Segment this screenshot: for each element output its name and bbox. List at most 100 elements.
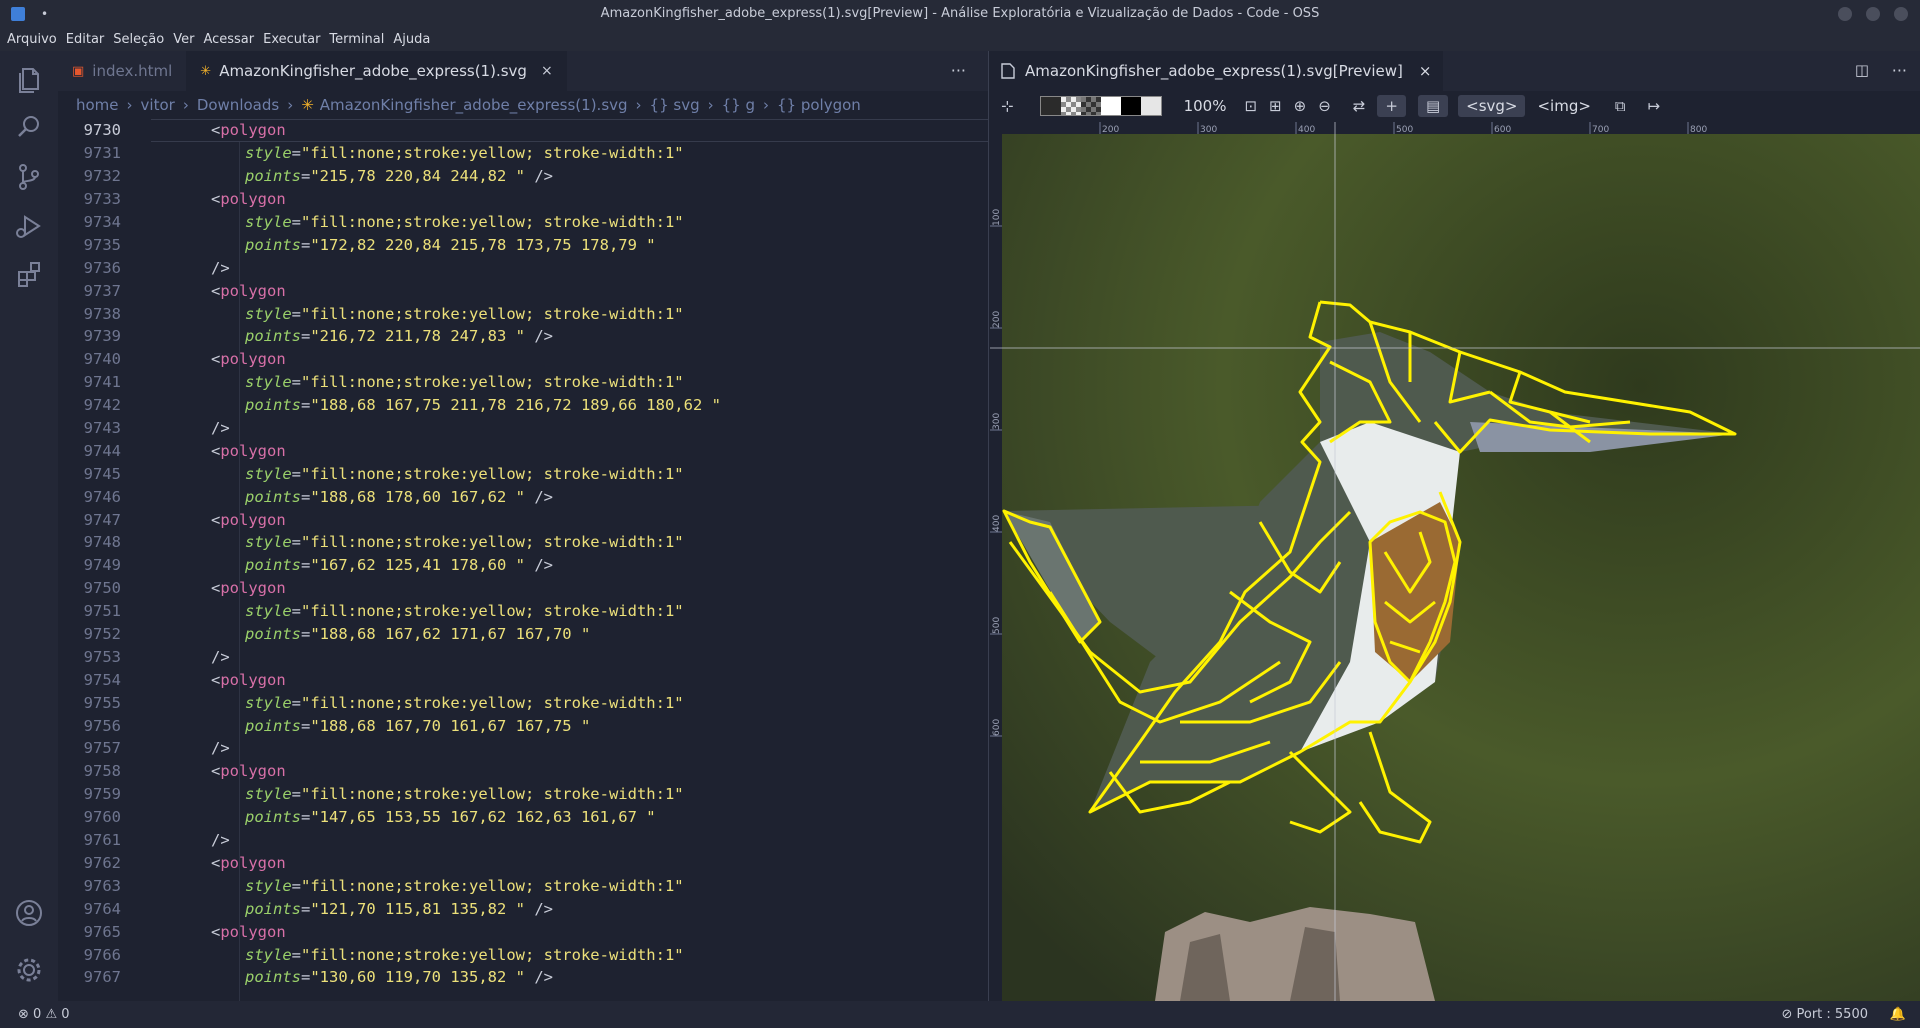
zoom-in-icon[interactable]: ⊕ bbox=[1294, 97, 1307, 115]
code-line[interactable]: 9755 style="fill:none;stroke:yellow; stro… bbox=[58, 691, 988, 714]
source-control-icon[interactable] bbox=[14, 162, 44, 192]
code-line[interactable]: 9740 <polygon bbox=[58, 348, 988, 371]
breadcrumb-vitor[interactable]: vitor bbox=[141, 96, 175, 114]
code-line[interactable]: 9750 <polygon bbox=[58, 577, 988, 600]
files-icon[interactable] bbox=[14, 64, 44, 94]
maximize-button[interactable] bbox=[1866, 7, 1880, 21]
menu-ajuda[interactable]: Ajuda bbox=[393, 32, 430, 47]
img-mode-toggle[interactable]: <img> bbox=[1529, 95, 1598, 117]
crosshair-toggle-icon[interactable]: + bbox=[1377, 95, 1406, 117]
menu-editar[interactable]: Editar bbox=[66, 32, 105, 47]
preview-toolbar: ⊹ 100% ⊡ ⊞ ⊕ ⊖ ⇄ + ▤ <svg> <img> ⧉ ↦ bbox=[989, 91, 1920, 121]
problems-indicator[interactable]: ⊗ 0 ⚠ 0 bbox=[18, 1007, 70, 1022]
code-line[interactable]: 9738 style="fill:none;stroke:yellow; stro… bbox=[58, 302, 988, 325]
code-line[interactable]: 9743 /> bbox=[58, 417, 988, 440]
account-icon[interactable] bbox=[14, 898, 44, 928]
breadcrumb-home[interactable]: home bbox=[76, 96, 119, 114]
code-lines[interactable]: 9730 <polygon 9731 style="fill:none;stroke:… bbox=[58, 119, 988, 1001]
code-line[interactable]: 9745 style="fill:none;stroke:yellow; stro… bbox=[58, 462, 988, 485]
close-window-button[interactable] bbox=[1894, 7, 1908, 21]
code-line[interactable]: 9732 points="215,78 220,84 244,82 " /> bbox=[58, 165, 988, 188]
code-line[interactable]: 9748 style="fill:none;stroke:yellow; stro… bbox=[58, 531, 988, 554]
zoom-out-icon[interactable]: ⊖ bbox=[1318, 97, 1331, 115]
code-line[interactable]: 9730 <polygon bbox=[58, 119, 988, 142]
close-tab-icon[interactable]: × bbox=[541, 63, 553, 79]
notifications-bell-icon[interactable]: 🔔 bbox=[1890, 1007, 1906, 1022]
code-line[interactable]: 9741 style="fill:none;stroke:yellow; stro… bbox=[58, 371, 988, 394]
swatch-white[interactable] bbox=[1100, 97, 1121, 115]
swatch-light[interactable] bbox=[1140, 97, 1161, 115]
svg-canvas[interactable]: 200 300 400 500 600 700 800 100 200 300 400 500 600 bbox=[990, 122, 1920, 1001]
minimize-button[interactable] bbox=[1838, 7, 1852, 21]
code-line[interactable]: 9760 points="147,65 153,55 167,62 162,63 … bbox=[58, 806, 988, 829]
split-editor-icon[interactable]: ◫ bbox=[1855, 61, 1869, 79]
code-line[interactable]: 9736 /> bbox=[58, 256, 988, 279]
run-debug-icon[interactable] bbox=[14, 211, 44, 241]
background-swatches[interactable] bbox=[1039, 96, 1162, 116]
more-actions-icon[interactable]: ··· bbox=[1892, 61, 1907, 80]
code-line[interactable]: 9751 style="fill:none;stroke:yellow; stro… bbox=[58, 600, 988, 623]
extensions-icon[interactable] bbox=[14, 259, 44, 289]
menu-acessar[interactable]: Acessar bbox=[203, 32, 254, 47]
code-line[interactable]: 9757 /> bbox=[58, 737, 988, 760]
code-line[interactable]: 9762 <polygon bbox=[58, 852, 988, 875]
error-icon: ⊗ bbox=[18, 1007, 29, 1022]
menu-selecao[interactable]: Seleção bbox=[113, 32, 164, 47]
fit-page-icon[interactable]: ⊞ bbox=[1269, 97, 1282, 115]
code-line[interactable]: 9746 points="188,68 178,60 167,62 " /> bbox=[58, 485, 988, 508]
code-line[interactable]: 9766 style="fill:none;stroke:yellow; stro… bbox=[58, 943, 988, 966]
close-tab-icon[interactable]: × bbox=[1419, 62, 1432, 80]
breadcrumb-svg[interactable]: {} svg bbox=[650, 96, 700, 114]
menu-arquivo[interactable]: Arquivo bbox=[7, 32, 57, 47]
swatch-dark[interactable] bbox=[1040, 97, 1061, 115]
code-line[interactable]: 9733 <polygon bbox=[58, 188, 988, 211]
breadcrumb-file[interactable]: AmazonKingfisher_adobe_express(1).svg bbox=[320, 96, 628, 114]
code-line[interactable]: 9735 points="172,82 220,84 215,78 173,75 … bbox=[58, 233, 988, 256]
live-server-port[interactable]: ⊘ Port : 5500 bbox=[1781, 1007, 1868, 1022]
code-line[interactable]: 9747 <polygon bbox=[58, 508, 988, 531]
more-actions-icon[interactable]: ··· bbox=[951, 61, 966, 80]
breadcrumb-downloads[interactable]: Downloads bbox=[197, 96, 279, 114]
open-external-icon[interactable]: ↦ bbox=[1648, 97, 1661, 115]
code-line[interactable]: 9758 <polygon bbox=[58, 760, 988, 783]
swatch-checker-dark[interactable] bbox=[1080, 97, 1101, 115]
code-line[interactable]: 9737 <polygon bbox=[58, 279, 988, 302]
swap-icon[interactable]: ⇄ bbox=[1353, 97, 1366, 115]
breadcrumb-polygon[interactable]: {} polygon bbox=[777, 96, 861, 114]
code-line[interactable]: 9756 points="188,68 167,70 161,67 167,75 … bbox=[58, 714, 988, 737]
tab-index-html[interactable]: ▣ index.html bbox=[58, 51, 187, 91]
tab-svg-preview[interactable]: AmazonKingfisher_adobe_express(1).svg[Pr… bbox=[989, 51, 1444, 91]
tab-kingfisher-svg[interactable]: ✳ AmazonKingfisher_adobe_express(1).svg … bbox=[186, 51, 567, 91]
code-line[interactable]: 9753 /> bbox=[58, 645, 988, 668]
code-line[interactable]: 9744 <polygon bbox=[58, 439, 988, 462]
code-line[interactable]: 9767 points="130,60 119,70 135,82 " /> bbox=[58, 966, 988, 989]
code-line[interactable]: 9764 points="121,70 115,81 135,82 " /> bbox=[58, 897, 988, 920]
line-number: 9760 bbox=[83, 808, 121, 827]
code-line[interactable]: 9739 points="216,72 211,78 247,83 " /> bbox=[58, 325, 988, 348]
code-line[interactable]: 9734 style="fill:none;stroke:yellow; stro… bbox=[58, 211, 988, 234]
ruler-toggle-icon[interactable]: ▤ bbox=[1417, 95, 1449, 117]
pin-icon[interactable]: ⊹ bbox=[1001, 97, 1014, 115]
menu-executar[interactable]: Executar bbox=[263, 32, 320, 47]
fit-width-icon[interactable]: ⊡ bbox=[1244, 97, 1257, 115]
code-line[interactable]: 9765 <polygon bbox=[58, 920, 988, 943]
line-source: <polygon bbox=[121, 511, 286, 529]
menu-ver[interactable]: Ver bbox=[173, 32, 194, 47]
copy-icon[interactable]: ⧉ bbox=[1615, 97, 1626, 115]
breadcrumb-g[interactable]: {} g bbox=[722, 96, 755, 114]
code-line[interactable]: 9752 points="188,68 167,62 171,67 167,70 … bbox=[58, 623, 988, 646]
code-line[interactable]: 9742 points="188,68 167,75 211,78 216,72 … bbox=[58, 394, 988, 417]
swatch-checker[interactable] bbox=[1060, 97, 1081, 115]
code-line[interactable]: 9749 points="167,62 125,41 178,60 " /> bbox=[58, 554, 988, 577]
code-line[interactable]: 9731 style="fill:none;stroke:yellow; stro… bbox=[58, 142, 988, 165]
swatch-black[interactable] bbox=[1120, 97, 1141, 115]
settings-gear-icon[interactable] bbox=[14, 955, 44, 985]
code-line[interactable]: 9759 style="fill:none;stroke:yellow; stro… bbox=[58, 783, 988, 806]
code-line[interactable]: 9754 <polygon bbox=[58, 668, 988, 691]
code-line[interactable]: 9763 style="fill:none;stroke:yellow; stro… bbox=[58, 874, 988, 897]
search-icon[interactable] bbox=[14, 112, 44, 142]
code-line[interactable]: 9761 /> bbox=[58, 829, 988, 852]
menu-terminal[interactable]: Terminal bbox=[329, 32, 384, 47]
line-source: points="188,68 167,70 161,67 167,75 " bbox=[121, 717, 590, 735]
svg-mode-toggle[interactable]: <svg> bbox=[1458, 95, 1526, 117]
